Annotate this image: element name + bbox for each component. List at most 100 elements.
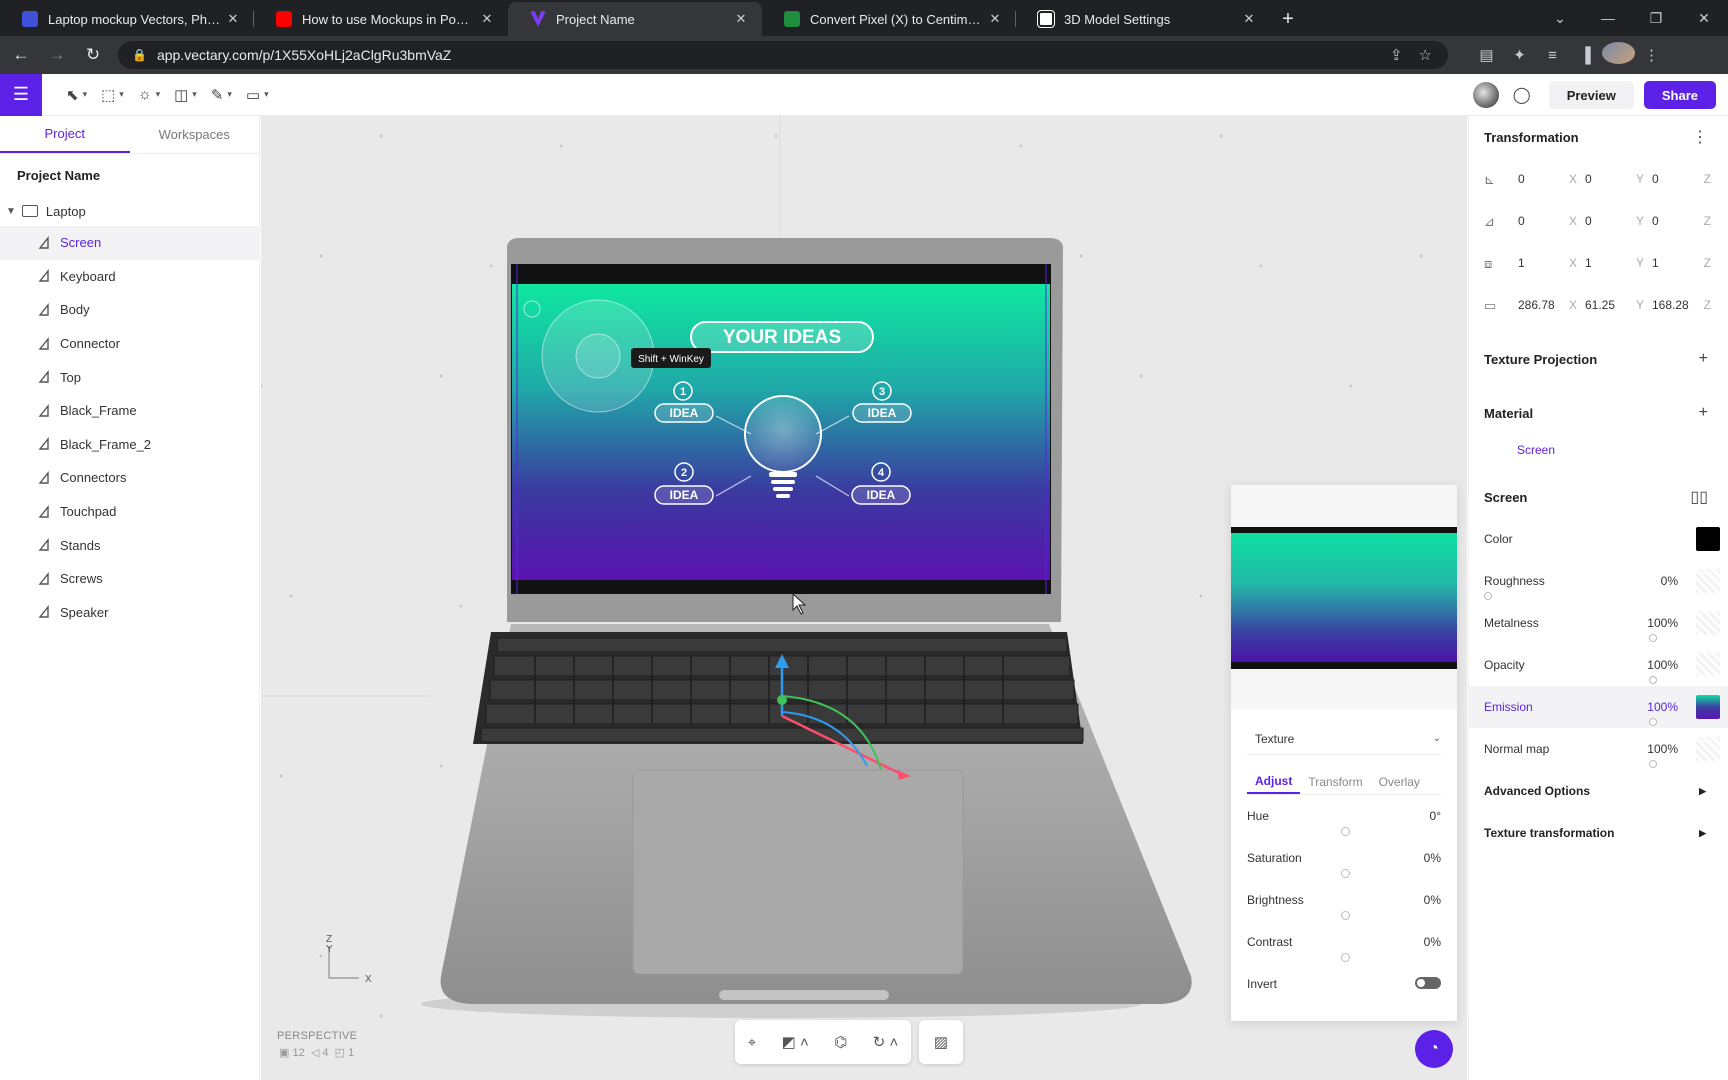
texture-type-dropdown[interactable]: Texture ⌄ xyxy=(1247,723,1441,755)
rotation-x-input[interactable]: 0X xyxy=(1518,214,1585,228)
tree-item-screen[interactable]: Screen xyxy=(0,226,259,260)
close-tab-icon[interactable]: ✕ xyxy=(224,11,242,27)
opacity-row[interactable]: Opacity 100% xyxy=(1469,644,1728,686)
slider-handle[interactable] xyxy=(1484,592,1492,600)
slider-handle[interactable] xyxy=(1341,827,1350,836)
preview-button[interactable]: Preview xyxy=(1548,81,1634,109)
close-window-icon[interactable]: ✕ xyxy=(1680,10,1728,27)
tree-item-connectors[interactable]: Connectors xyxy=(0,461,259,495)
reading-list-icon[interactable]: ≡ xyxy=(1536,47,1569,64)
tree-item-keyboard[interactable]: Keyboard xyxy=(0,260,259,294)
roughness-row[interactable]: Roughness 0% xyxy=(1469,560,1728,602)
position-z-input[interactable]: 0Z xyxy=(1652,172,1719,186)
camera-mode-label[interactable]: PERSPECTIVE xyxy=(277,1030,357,1042)
slider-handle[interactable] xyxy=(1649,634,1657,642)
slider-handle[interactable] xyxy=(1649,718,1657,726)
url-field[interactable]: 🔒 app.vectary.com/p/1X55XoHLj2aClgRu3bmV… xyxy=(118,41,1448,69)
advanced-options-row[interactable]: Advanced Options ▶ xyxy=(1469,770,1728,812)
emission-row[interactable]: Emission 100% xyxy=(1469,686,1728,728)
metalness-row[interactable]: Metalness 100% xyxy=(1469,602,1728,644)
close-tab-icon[interactable]: ✕ xyxy=(1240,11,1258,27)
extension-icon[interactable]: ▤ xyxy=(1470,46,1503,64)
scale-x-input[interactable]: 1X xyxy=(1518,256,1585,270)
bookmark-star-icon[interactable]: ☆ xyxy=(1419,46,1432,64)
color-row[interactable]: Color xyxy=(1469,518,1728,560)
tree-item-touchpad[interactable]: Touchpad xyxy=(0,495,259,529)
snap-icon[interactable]: ↻ ˄ xyxy=(873,1033,899,1051)
browser-tab-vectary[interactable]: Project Name ✕ xyxy=(508,2,762,36)
render-mode-icon[interactable]: ◩ ˄ xyxy=(782,1033,809,1051)
scale-z-input[interactable]: 1Z xyxy=(1652,256,1719,270)
position-x-input[interactable]: 0X xyxy=(1518,172,1585,186)
back-icon[interactable]: ← xyxy=(6,45,36,65)
browser-tab-notion[interactable]: 3D Model Settings ✕ xyxy=(1016,2,1270,36)
tree-item-screws[interactable]: Screws xyxy=(0,562,259,596)
share-button[interactable]: Share xyxy=(1643,81,1716,109)
object-tool-button[interactable]: ⬚ ▾ xyxy=(101,86,124,104)
share-page-icon[interactable]: ⇪ xyxy=(1390,46,1403,64)
tree-item-connector[interactable]: Connector xyxy=(0,327,259,361)
gizmo-icon[interactable]: ⌬ xyxy=(834,1033,847,1051)
slider-handle[interactable] xyxy=(1341,911,1350,920)
slider-handle[interactable] xyxy=(1649,760,1657,768)
forward-icon[interactable]: → xyxy=(42,45,72,65)
tree-item-speaker[interactable]: Speaker xyxy=(0,596,259,630)
slider-handle[interactable] xyxy=(1341,953,1350,962)
slider-handle[interactable] xyxy=(1649,676,1657,684)
more-options-icon[interactable]: ⋮ xyxy=(1692,127,1708,147)
close-tab-icon[interactable]: ✕ xyxy=(986,11,1004,27)
library-tool-button[interactable]: ▭ ▾ xyxy=(246,86,269,104)
texture-slot[interactable] xyxy=(1696,569,1720,593)
rotation-y-input[interactable]: 0Y xyxy=(1585,214,1652,228)
draw-tool-button[interactable]: ✎ ▾ xyxy=(211,86,232,104)
contrast-slider[interactable]: Contrast 0% xyxy=(1247,921,1441,963)
modifier-tool-button[interactable]: ◫ ▾ xyxy=(174,86,197,104)
side-panel-icon[interactable]: ▐ xyxy=(1569,47,1602,64)
tab-workspaces[interactable]: Workspaces xyxy=(130,116,260,153)
browser-tab-freepik[interactable]: Laptop mockup Vectors, Photos and PSD fi… xyxy=(0,2,254,36)
tree-root-laptop[interactable]: ▼ Laptop xyxy=(0,196,259,226)
support-chat-button[interactable]: ◔ xyxy=(1415,1030,1453,1068)
position-y-input[interactable]: 0Y xyxy=(1585,172,1652,186)
emission-texture-slot[interactable] xyxy=(1696,695,1720,719)
reload-icon[interactable]: ↻ xyxy=(78,45,108,65)
menu-kebab-icon[interactable]: ⋮ xyxy=(1635,46,1668,64)
focus-icon[interactable]: ⌖ xyxy=(748,1034,756,1051)
size-x-input[interactable]: 286.78 X xyxy=(1518,298,1585,312)
library-book-icon[interactable]: ▯▯ xyxy=(1690,487,1708,507)
user-avatar[interactable] xyxy=(1472,82,1499,108)
puzzle-icon[interactable]: ✦ xyxy=(1503,46,1536,64)
texture-slot[interactable] xyxy=(1696,737,1720,761)
color-swatch[interactable] xyxy=(1696,527,1720,551)
restore-icon[interactable]: ❐ xyxy=(1632,10,1680,27)
tree-item-top[interactable]: Top xyxy=(0,360,259,394)
close-tab-icon[interactable]: ✕ xyxy=(732,11,750,27)
tree-item-body[interactable]: Body xyxy=(0,293,259,327)
browser-tab-youtube[interactable]: How to use Mockups in PowerPoint ✕ xyxy=(254,2,508,36)
comment-icon[interactable]: ◯ xyxy=(1513,85,1531,105)
add-icon[interactable]: + xyxy=(1699,404,1708,422)
minimize-icon[interactable]: — xyxy=(1584,10,1632,26)
profile-avatar[interactable] xyxy=(1602,42,1635,68)
tree-item-black-frame[interactable]: Black_Frame xyxy=(0,394,259,428)
invert-toggle[interactable] xyxy=(1415,977,1441,989)
normal-map-row[interactable]: Normal map 100% xyxy=(1469,728,1728,770)
tab-adjust[interactable]: Adjust xyxy=(1247,769,1301,794)
size-z-input[interactable]: 168.28 Z xyxy=(1652,298,1719,312)
tab-overlay[interactable]: Overlay xyxy=(1371,769,1428,794)
texture-slot[interactable] xyxy=(1696,611,1720,635)
chevron-down-icon[interactable]: ▼ xyxy=(6,206,16,217)
material-item[interactable]: Screen xyxy=(1469,434,1728,466)
texture-slot[interactable] xyxy=(1696,653,1720,677)
browser-tab-converter[interactable]: Convert Pixel (X) to Centimeter ✕ xyxy=(762,2,1016,36)
texture-thumbnail[interactable] xyxy=(1231,527,1457,669)
texture-transformation-row[interactable]: Texture transformation ▶ xyxy=(1469,812,1728,854)
add-icon[interactable]: + xyxy=(1699,350,1708,368)
tab-transform[interactable]: Transform xyxy=(1300,769,1370,794)
brightness-slider[interactable]: Brightness 0% xyxy=(1247,879,1441,921)
size-y-input[interactable]: 61.25 Y xyxy=(1585,298,1652,312)
saturation-slider[interactable]: Saturation 0% xyxy=(1247,837,1441,879)
rotation-z-input[interactable]: 0Z xyxy=(1652,214,1719,228)
hamburger-menu-icon[interactable]: ☰ xyxy=(0,73,42,116)
tree-item-stands[interactable]: Stands xyxy=(0,528,259,562)
